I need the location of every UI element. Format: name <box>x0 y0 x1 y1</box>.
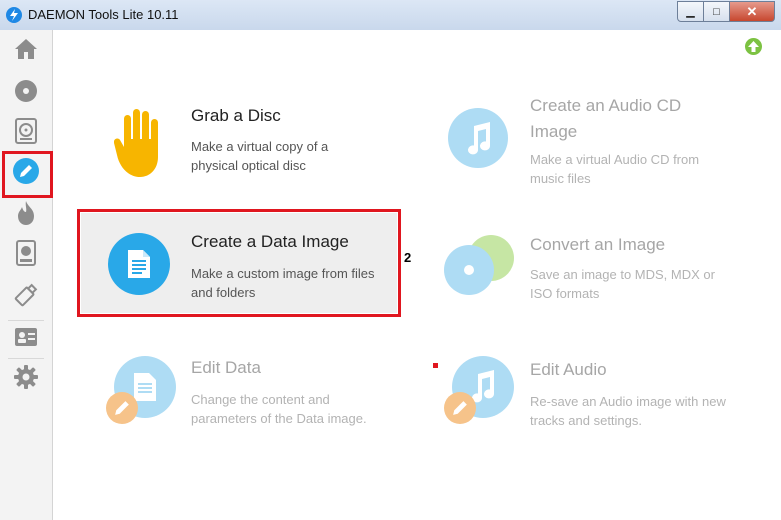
sidebar-item-catalog[interactable] <box>6 318 46 356</box>
update-icon[interactable] <box>745 38 762 55</box>
card-edit-data[interactable]: Edit Data Change the content and paramet… <box>100 350 410 440</box>
gear-icon <box>14 365 38 389</box>
edit-pencil-icon <box>106 392 138 424</box>
disc-icon <box>15 80 37 102</box>
card-convert-image[interactable]: Convert an Image Save an image to MDS, M… <box>440 225 740 315</box>
card-title: Create an Audio CD Image <box>530 96 682 141</box>
contacts-icon <box>15 328 37 346</box>
virtual-drive-icon <box>15 118 37 144</box>
daemon-tools-logo-icon <box>6 7 22 23</box>
music-note-icon <box>448 108 508 168</box>
hard-disk-icon <box>16 240 36 266</box>
card-title: Edit Data <box>191 358 261 377</box>
card-title: Grab a Disc <box>191 106 281 125</box>
title-bar: DAEMON Tools Lite 10.11 ▁ □ ✕ <box>0 0 781 31</box>
card-description: Change the content and parameters of the… <box>191 392 367 426</box>
home-icon <box>15 39 37 59</box>
card-create-audio-cd[interactable]: Create an Audio CD Image Make a virtual … <box>440 90 740 200</box>
marker-2: 2 <box>404 250 412 265</box>
hand-icon <box>114 109 158 177</box>
window-title: DAEMON Tools Lite 10.11 <box>28 7 179 22</box>
close-button[interactable]: ✕ <box>730 1 775 22</box>
card-edit-audio[interactable]: Edit Audio Re-save an Audio image with n… <box>433 350 740 440</box>
sidebar-item-usb[interactable] <box>6 276 46 314</box>
sidebar-item-virtual-drives[interactable] <box>6 112 46 150</box>
window-controls: ▁ □ ✕ <box>677 1 775 22</box>
card-description: Re-save an Audio image with new tracks a… <box>530 394 726 428</box>
edit-pencil-icon <box>444 392 476 424</box>
sidebar-item-home[interactable] <box>6 30 46 68</box>
disc-icon <box>444 245 494 295</box>
card-grab-disc[interactable]: Grab a Disc Make a virtual copy of a phy… <box>100 95 410 195</box>
red-dot-marker <box>433 363 438 368</box>
minimize-button[interactable]: ▁ <box>677 1 704 22</box>
flame-icon <box>18 201 34 225</box>
highlight-box-editor <box>2 151 53 198</box>
sidebar-item-images[interactable] <box>6 72 46 110</box>
highlight-box-data-image <box>77 209 401 317</box>
maximize-button[interactable]: □ <box>704 1 730 22</box>
card-title: Edit Audio <box>530 360 607 379</box>
card-description: Save an image to MDS, MDX or ISO formats <box>530 267 715 301</box>
sidebar-item-settings[interactable] <box>6 358 46 396</box>
usb-icon <box>14 283 38 307</box>
card-title: Convert an Image <box>530 235 666 254</box>
sidebar-item-burn[interactable] <box>6 194 46 232</box>
card-description: Make a virtual Audio CD from music files <box>530 152 700 186</box>
card-description: Make a virtual copy of a physical optica… <box>191 139 329 173</box>
sidebar-item-hard-disk[interactable] <box>6 234 46 272</box>
sidebar <box>0 30 53 520</box>
